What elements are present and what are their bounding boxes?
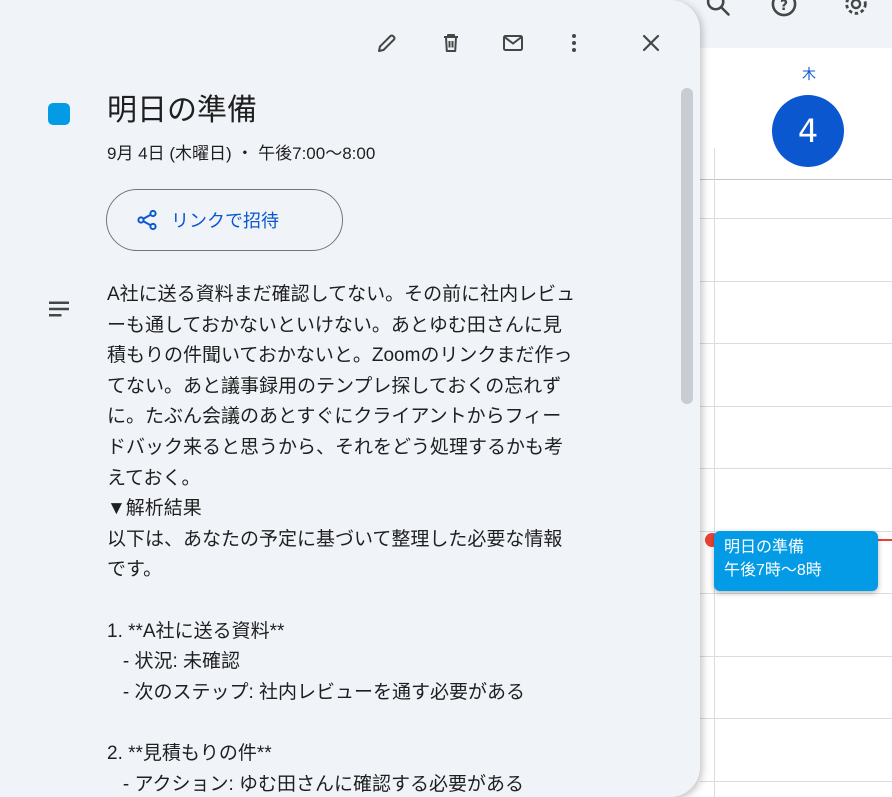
day-name: 木: [802, 67, 816, 83]
invite-button-label: リンクで招待: [171, 211, 279, 232]
hour-gridline: [700, 593, 892, 594]
more-vert-icon: [572, 34, 576, 52]
edit-icon: [378, 34, 396, 52]
event-description: A社に送る資料まだ確認してない。その前に社内レビュ ーも通しておかないといけない…: [107, 284, 576, 795]
description-icon: [49, 301, 69, 317]
scrollbar-thumb[interactable]: [681, 88, 693, 404]
hour-gridline: [700, 468, 892, 469]
svg-text:?: ?: [780, 0, 788, 14]
hour-gridline: [700, 343, 892, 344]
delete-icon: [444, 34, 458, 52]
close-button[interactable]: [631, 23, 671, 63]
gear-icon[interactable]: [836, 0, 876, 24]
hour-gridline: [700, 781, 892, 782]
hour-gridline: [700, 406, 892, 407]
more-options-button[interactable]: [554, 23, 594, 63]
edit-button[interactable]: [367, 23, 407, 63]
event-datetime: 9月 4日 (木曜日) ・ 午後7:00〜8:00: [107, 144, 376, 163]
close-icon: [642, 34, 660, 52]
grid-divider: [714, 148, 715, 797]
share-icon: [137, 209, 157, 231]
hour-gridline: [700, 718, 892, 719]
event-chip-title: 明日の準備: [724, 539, 805, 556]
event-chip-time: 午後7時〜8時: [724, 562, 822, 579]
delete-button[interactable]: [431, 23, 471, 63]
event-color-swatch: [48, 103, 70, 125]
invite-via-link-button[interactable]: リンクで招待: [106, 189, 343, 251]
search-icon[interactable]: [698, 0, 738, 24]
event-title: 明日の準備: [107, 93, 257, 128]
event-detail-dialog: 明日の準備 9月 4日 (木曜日) ・ 午後7:00〜8:00 リンクで招待 A…: [0, 0, 700, 797]
email-icon: [503, 35, 523, 51]
event-chip[interactable]: 明日の準備 午後7時〜8時: [714, 531, 878, 591]
hour-gridline: [700, 218, 892, 219]
email-guests-button[interactable]: [493, 23, 533, 63]
day-number[interactable]: 4: [772, 95, 844, 167]
hour-gridline: [700, 656, 892, 657]
help-icon[interactable]: ?: [764, 0, 804, 24]
hour-gridline: [700, 281, 892, 282]
